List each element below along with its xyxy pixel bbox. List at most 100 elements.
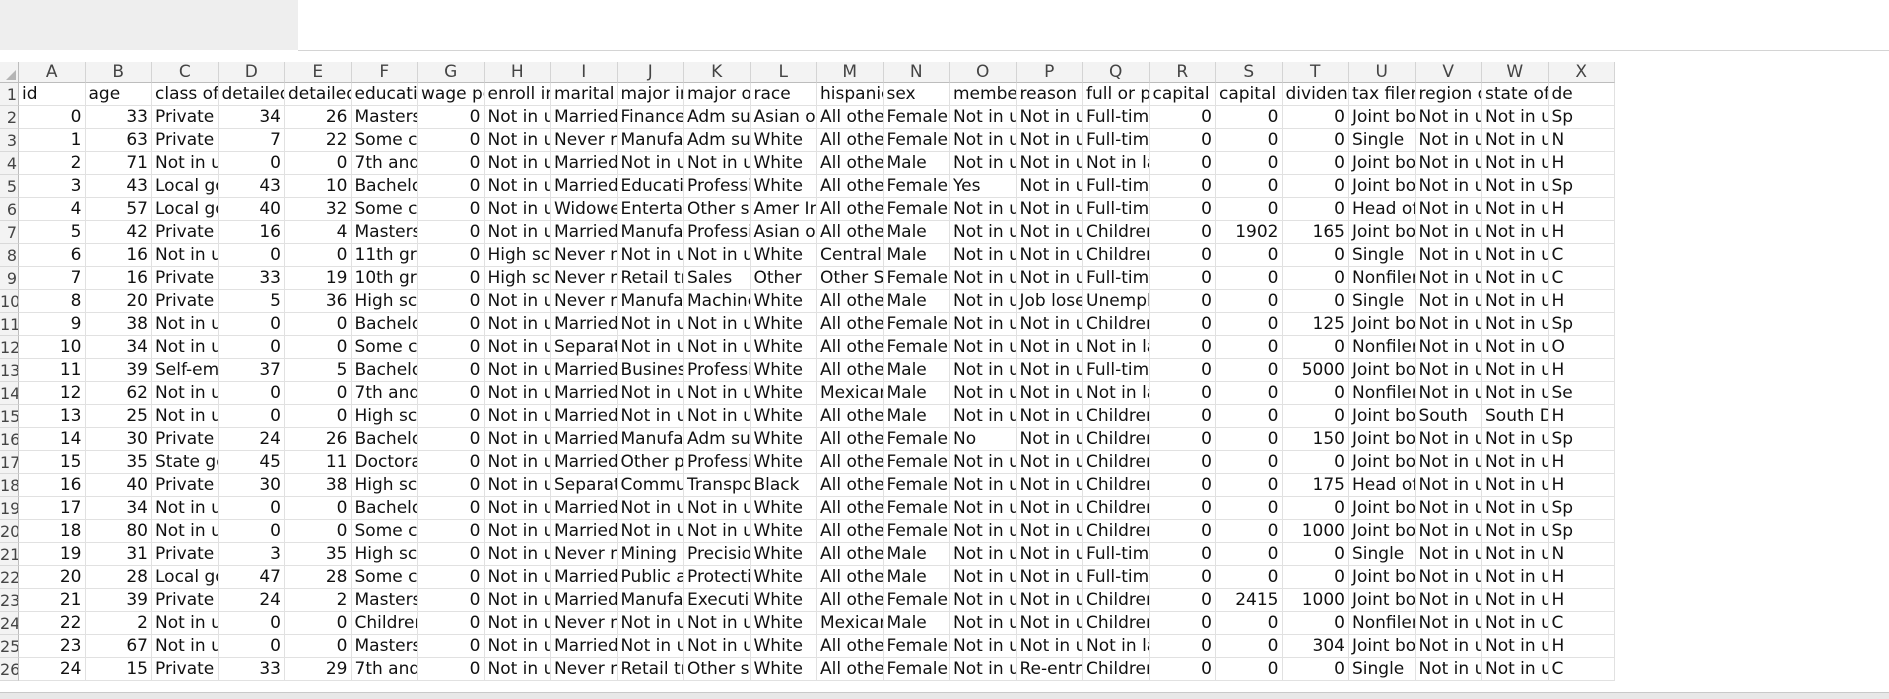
table-cell[interactable]: Some col	[351, 198, 418, 221]
table-cell[interactable]: Joint both	[1349, 175, 1416, 198]
table-cell[interactable]: Children c	[1083, 520, 1150, 543]
table-cell[interactable]: 24	[19, 658, 86, 681]
table-cell[interactable]: Married-c	[551, 106, 618, 129]
table-cell[interactable]: 0	[1282, 290, 1349, 313]
table-cell[interactable]: Not in un	[484, 152, 551, 175]
table-cell[interactable]: Not in un	[1415, 129, 1482, 152]
table-cell[interactable]: White	[750, 635, 817, 658]
table-cell[interactable]: 0	[418, 520, 485, 543]
row-number[interactable]: 17	[0, 451, 19, 474]
table-cell[interactable]: 0	[1149, 359, 1216, 382]
table-cell[interactable]: Not in un	[1415, 474, 1482, 497]
table-cell[interactable]: Asian or P	[750, 221, 817, 244]
table-cell[interactable]: 0	[285, 244, 352, 267]
table-cell[interactable]: 39	[85, 359, 152, 382]
table-cell[interactable]: 2	[19, 152, 86, 175]
table-cell[interactable]: 0	[1282, 405, 1349, 428]
table-cell[interactable]: Adm supp	[684, 129, 751, 152]
table-cell[interactable]: Not in un	[152, 152, 219, 175]
select-all-corner[interactable]	[0, 62, 19, 83]
table-cell[interactable]: Not in un	[484, 221, 551, 244]
table-cell[interactable]: Sp	[1548, 313, 1615, 336]
table-cell[interactable]: 10	[19, 336, 86, 359]
table-cell[interactable]: Not in un	[950, 198, 1017, 221]
table-cell[interactable]: Not in un	[1016, 497, 1083, 520]
table-cell[interactable]: 0	[1149, 313, 1216, 336]
table-cell[interactable]: 0	[1149, 520, 1216, 543]
table-cell[interactable]: 0	[218, 336, 285, 359]
table-cell[interactable]: Joint both	[1349, 405, 1416, 428]
header-cell[interactable]: detailed o	[285, 83, 352, 106]
table-cell[interactable]: N	[1548, 543, 1615, 566]
table-cell[interactable]: Adm supp	[684, 106, 751, 129]
table-cell[interactable]: Not in un	[617, 405, 684, 428]
table-cell[interactable]: 38	[285, 474, 352, 497]
table-cell[interactable]: Not in un	[684, 405, 751, 428]
row-number[interactable]: 10	[0, 290, 19, 313]
table-cell[interactable]: Not in un	[1415, 520, 1482, 543]
table-cell[interactable]: High scho	[351, 405, 418, 428]
table-cell[interactable]: 25	[85, 405, 152, 428]
table-cell[interactable]: Not in un	[617, 382, 684, 405]
table-cell[interactable]: Not in un	[484, 658, 551, 681]
table-cell[interactable]: Children c	[1083, 221, 1150, 244]
header-cell[interactable]: major occ	[684, 83, 751, 106]
header-cell[interactable]: region of p	[1415, 83, 1482, 106]
table-cell[interactable]: C	[1548, 267, 1615, 290]
table-cell[interactable]: Never ma	[551, 612, 618, 635]
table-cell[interactable]: Sp	[1548, 106, 1615, 129]
table-cell[interactable]: 0	[285, 152, 352, 175]
table-cell[interactable]: Precision	[684, 543, 751, 566]
table-cell[interactable]: Bachelors	[351, 175, 418, 198]
table-cell[interactable]: Never ma	[551, 129, 618, 152]
table-cell[interactable]: Not in un	[1415, 106, 1482, 129]
table-cell[interactable]: All other	[817, 635, 884, 658]
column-header-k[interactable]: K	[684, 62, 751, 83]
header-cell[interactable]: marital sta	[551, 83, 618, 106]
table-cell[interactable]: Professio	[684, 359, 751, 382]
table-cell[interactable]: 0	[1216, 428, 1283, 451]
table-cell[interactable]: Not in un	[1016, 221, 1083, 244]
table-cell[interactable]: Adm supp	[684, 428, 751, 451]
table-cell[interactable]: All other	[817, 152, 884, 175]
table-cell[interactable]: Not in un	[1415, 313, 1482, 336]
table-cell[interactable]: Not in un	[1482, 267, 1549, 290]
table-cell[interactable]: 0	[418, 566, 485, 589]
header-cell[interactable]: id	[19, 83, 86, 106]
table-cell[interactable]: Not in un	[950, 497, 1017, 520]
table-cell[interactable]: Masters c	[351, 221, 418, 244]
table-cell[interactable]: H	[1548, 566, 1615, 589]
table-cell[interactable]: Not in un	[484, 543, 551, 566]
table-cell[interactable]: 5	[218, 290, 285, 313]
table-cell[interactable]: Public ad	[617, 566, 684, 589]
header-cell[interactable]: tax filer st	[1349, 83, 1416, 106]
table-cell[interactable]: Not in un	[1016, 313, 1083, 336]
table-cell[interactable]: Sp	[1548, 520, 1615, 543]
table-cell[interactable]: 0	[218, 244, 285, 267]
table-cell[interactable]: Job loser	[1016, 290, 1083, 313]
table-cell[interactable]: Not in un	[950, 543, 1017, 566]
table-cell[interactable]: 71	[85, 152, 152, 175]
table-cell[interactable]: State gov	[152, 451, 219, 474]
table-cell[interactable]: Not in un	[950, 106, 1017, 129]
table-cell[interactable]: Not in un	[1415, 612, 1482, 635]
table-cell[interactable]: Full-time	[1083, 129, 1150, 152]
table-cell[interactable]: All other	[817, 129, 884, 152]
table-cell[interactable]: H	[1548, 635, 1615, 658]
table-cell[interactable]: Bachelors	[351, 359, 418, 382]
table-cell[interactable]: Male	[883, 566, 950, 589]
table-cell[interactable]: Married-c	[551, 313, 618, 336]
table-cell[interactable]: Other	[750, 267, 817, 290]
table-cell[interactable]: Mining	[617, 543, 684, 566]
table-cell[interactable]: 7	[218, 129, 285, 152]
column-header-o[interactable]: O	[950, 62, 1017, 83]
table-cell[interactable]: 26	[285, 106, 352, 129]
table-cell[interactable]: Married-s	[551, 382, 618, 405]
table-cell[interactable]: 0	[1216, 635, 1283, 658]
table-cell[interactable]: Not in un	[484, 313, 551, 336]
table-cell[interactable]: Retail trac	[617, 267, 684, 290]
table-cell[interactable]: 0	[1149, 497, 1216, 520]
table-cell[interactable]: 45	[218, 451, 285, 474]
table-cell[interactable]: Education	[617, 175, 684, 198]
table-cell[interactable]: Children c	[1083, 612, 1150, 635]
